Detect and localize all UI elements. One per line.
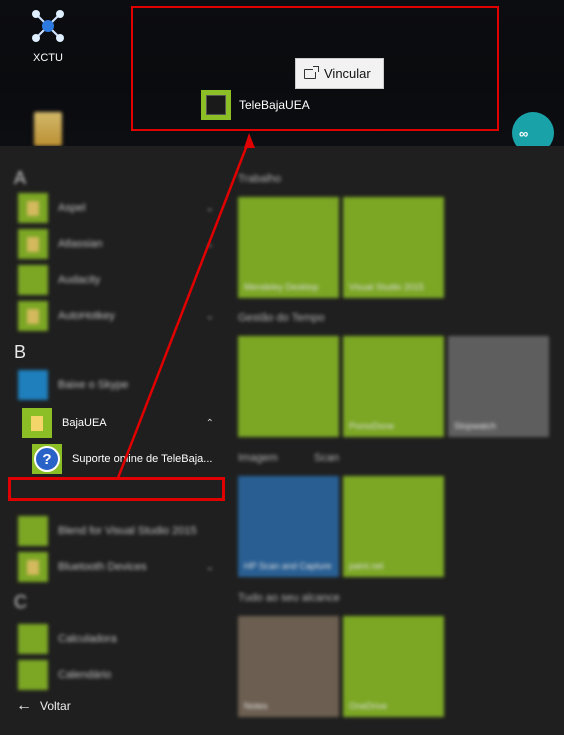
audacity-icon	[18, 265, 48, 295]
app-item-suporte-telebaja[interactable]: ? Suporte online de TeleBaja...	[32, 444, 222, 474]
xctu-icon	[28, 6, 68, 46]
back-label: Voltar	[40, 699, 71, 713]
tile-group-label: Trabalho	[238, 173, 282, 185]
xctu-label: XCTU	[33, 52, 63, 64]
tile-visual-studio[interactable]: Visual Studio 2015	[343, 197, 444, 298]
skype-icon	[18, 370, 48, 400]
pin-tooltip-label: Vincular	[324, 66, 371, 81]
calculator-icon	[18, 624, 48, 654]
folder-icon	[18, 301, 48, 331]
chevron-down-icon: ⌄	[205, 202, 214, 214]
pin-icon	[304, 65, 319, 79]
telebaja-app-icon	[201, 90, 231, 120]
folder-icon	[18, 552, 48, 582]
tile-mendeley[interactable]: Mendeley Desktop	[238, 197, 339, 298]
app-item-calendario[interactable]: Calendário	[18, 660, 214, 690]
dragged-app-label: TeleBajaUEA	[239, 98, 310, 112]
desktop: XCTU ∞ Vincular TeleBajaUEA	[0, 0, 564, 154]
app-list: A Aspel ⌄ Atlassian ⌄ Audacity AutoHotke…	[0, 146, 228, 735]
tile-group-label: Tudo ao seu alcance	[238, 592, 340, 604]
back-button[interactable]: ← Voltar	[16, 697, 71, 715]
tile-group-label: Scan	[314, 452, 340, 464]
dragged-app[interactable]: TeleBajaUEA	[201, 90, 310, 120]
folder-icon	[22, 408, 52, 438]
app-item-skype[interactable]: Baixe o Skype	[18, 370, 214, 400]
folder-icon	[18, 229, 48, 259]
tile-hp-scan[interactable]: HP Scan and Capture	[238, 476, 339, 577]
tile-onedrive[interactable]: OneDrive	[343, 616, 444, 717]
app-item-atlassian[interactable]: Atlassian ⌄	[18, 229, 214, 259]
app-item-autohotkey[interactable]: AutoHotkey ⌄	[18, 301, 214, 331]
drop-target-highlight	[8, 477, 225, 501]
desktop-icon-folder[interactable]	[20, 112, 76, 146]
tile-pomodone[interactable]: PomoDone	[343, 336, 444, 437]
chevron-down-icon: ⌄	[205, 310, 214, 322]
app-item-bluetooth[interactable]: Bluetooth Devices ⌄	[18, 552, 214, 582]
folder-icon	[18, 193, 48, 223]
calendar-icon	[18, 660, 48, 690]
letter-header-b[interactable]: B	[14, 342, 26, 363]
tile-timer[interactable]	[238, 336, 339, 437]
tile-paint-net[interactable]: paint.net	[343, 476, 444, 577]
tile-photo[interactable]: Notes	[238, 616, 339, 717]
chevron-down-icon: ⌄	[205, 561, 214, 573]
folder-icon	[34, 112, 62, 146]
app-item-bajauea[interactable]: BajaUEA ⌃	[22, 408, 214, 438]
desktop-icon-xctu[interactable]: XCTU	[20, 6, 76, 64]
blend-icon	[18, 516, 48, 546]
chevron-down-icon: ⌄	[205, 238, 214, 250]
tile-group-label: Imagem	[238, 452, 278, 464]
arrow-left-icon: ←	[16, 697, 32, 714]
help-icon: ?	[32, 444, 62, 474]
letter-header-a[interactable]: A	[14, 168, 26, 189]
tile-stopwatch[interactable]: Stopwatch	[448, 336, 549, 437]
app-item-blend[interactable]: Blend for Visual Studio 2015	[18, 516, 214, 546]
tile-group-label: Gestão do Tempo	[238, 312, 325, 324]
pin-tooltip: Vincular	[295, 58, 384, 89]
chevron-up-icon: ⌃	[205, 417, 214, 429]
app-item-aspel[interactable]: Aspel ⌄	[18, 193, 214, 223]
tiles-panel: Trabalho Mendeley Desktop Visual Studio …	[234, 146, 564, 735]
start-menu: A Aspel ⌄ Atlassian ⌄ Audacity AutoHotke…	[0, 146, 564, 735]
app-item-calculadora[interactable]: Calculadora	[18, 624, 214, 654]
app-item-audacity[interactable]: Audacity	[18, 265, 214, 295]
letter-header-c[interactable]: C	[14, 592, 27, 613]
